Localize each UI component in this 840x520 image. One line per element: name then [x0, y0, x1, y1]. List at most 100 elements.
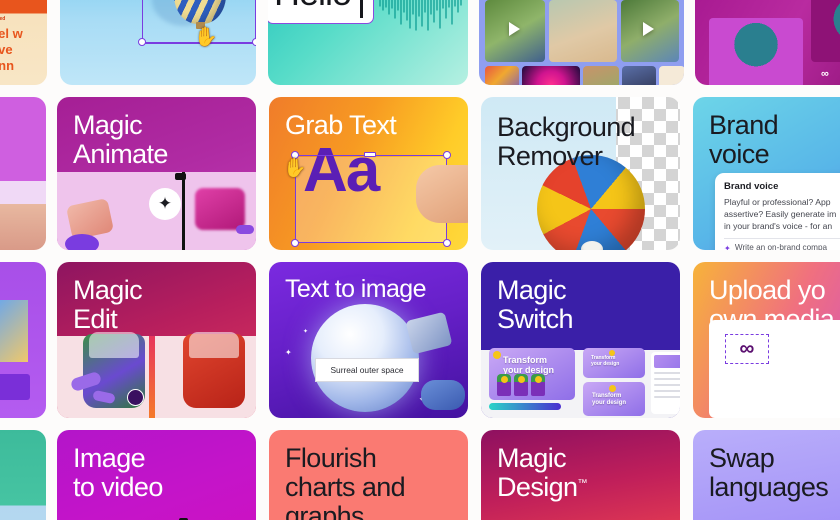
sparkle-icon: ✦ — [149, 188, 181, 220]
card-text-to-image[interactable]: Text to image ✦ ✦ ✦ ✦ Surreal outer spac… — [269, 262, 468, 418]
canva-logo-icon: ∞ — [725, 334, 769, 364]
resize-handle-left[interactable] — [138, 38, 146, 46]
card-swap-languages[interactable]: Swap languages 🙂 🙂 — [693, 430, 840, 520]
prompt-input[interactable]: Surreal outer space — [315, 358, 419, 382]
card-image-to-video[interactable]: Image to video — [57, 430, 256, 520]
card-avatar[interactable] — [0, 262, 46, 418]
card-upload-media[interactable]: Upload yo own media ∞ — [693, 262, 840, 418]
card-magic-animate[interactable]: Magic Animate ✦ — [57, 97, 256, 250]
avatar-photo — [0, 300, 28, 362]
audio-waveform-icon — [0, 374, 30, 400]
resize-handle-tr[interactable] — [443, 151, 451, 159]
card-title: Magic Edit — [73, 275, 143, 335]
animate-blob — [236, 225, 254, 234]
audio-waveform-icon — [379, 0, 462, 31]
card-title: Flourish charts and graphs — [285, 443, 406, 520]
card-background-remover[interactable]: Background Remover — [481, 97, 680, 250]
trademark-symbol: ™ — [577, 478, 587, 490]
mswitch-variant-card[interactable]: Transform your design — [583, 348, 645, 378]
backpack-flap — [189, 332, 239, 358]
card-hello-text[interactable]: Hello — [268, 0, 468, 85]
card-media-gallery[interactable] — [479, 0, 684, 85]
card-grid: ons Branded Feel w have conn ✋ Hello — [0, 0, 840, 520]
card-captions[interactable]: ons Branded Feel w have conn — [0, 0, 47, 85]
star-icon: ✦ — [303, 329, 309, 335]
character — [531, 374, 545, 396]
animate-pin — [175, 173, 186, 180]
grab-hand-cursor-icon: ✋ — [194, 27, 218, 48]
text-caret — [360, 0, 363, 18]
brand-voice-input[interactable]: ✦ Write an on-brand compa — [724, 237, 840, 250]
animate-shape-blurred — [195, 188, 245, 230]
card-title: Text to image — [285, 275, 426, 303]
card-balloon[interactable]: ✋ — [60, 0, 256, 85]
hello-text: Hello — [274, 0, 352, 14]
card-title: Swap languages — [709, 443, 829, 503]
mswitch-document[interactable] — [651, 352, 680, 414]
emoji-dot-icon — [609, 385, 616, 392]
emoji-dot-icon — [493, 351, 501, 359]
upload-panel[interactable]: ∞ — [709, 320, 840, 418]
card-magic-switch[interactable]: Magic Switch Transform your design Trans… — [481, 262, 680, 418]
design-text: Transform your design — [503, 355, 555, 376]
hand-illustration — [416, 165, 468, 223]
media-tile[interactable] — [522, 66, 580, 85]
card-grab-text[interactable]: Grab Text Aa ✋ — [269, 97, 468, 250]
media-tile[interactable] — [583, 66, 619, 85]
mswitch-variant-card[interactable]: Transform your design — [583, 382, 645, 416]
card-magic-edit[interactable]: Magic Edit — [57, 262, 256, 418]
captions-badge: Branded — [0, 16, 6, 22]
media-tile[interactable] — [549, 0, 617, 62]
blob-illustration — [421, 380, 465, 410]
card-flourish-charts[interactable]: Flourish charts and graphs — [269, 430, 468, 520]
card-title: Magic Animate — [73, 110, 168, 170]
card-title: Brand voice — [709, 110, 779, 170]
captions-body: Feel w have conn — [0, 26, 23, 73]
animate-blob — [65, 234, 99, 250]
doc-header — [654, 355, 680, 368]
card-teal-partial[interactable] — [0, 430, 46, 520]
card-title: Upload yo own media — [709, 275, 835, 335]
card-title: Image to video — [73, 443, 163, 503]
media-tile[interactable] — [622, 66, 656, 85]
canva-logo-icon: ∞ — [821, 68, 829, 80]
brush-icon[interactable] — [127, 389, 144, 406]
people-tile[interactable] — [811, 0, 840, 62]
panel-body: Playful or professional? App assertive? … — [724, 197, 837, 232]
media-tile[interactable] — [621, 0, 679, 62]
character — [497, 374, 511, 396]
cube-illustration — [405, 311, 453, 355]
resize-handle-right[interactable] — [252, 38, 256, 46]
people-tile[interactable] — [709, 18, 803, 85]
design-text: Transform your design — [591, 355, 620, 367]
card-mockup[interactable]: o cal flying eleph — [0, 97, 46, 250]
card-title: Magic Switch — [497, 275, 574, 335]
mswitch-design-card[interactable]: Transform your design — [489, 348, 575, 400]
play-button-icon[interactable] — [643, 22, 654, 36]
media-tile[interactable] — [659, 66, 684, 85]
card-magic-design[interactable]: Magic Design™ Who a Design — [481, 430, 680, 520]
character-group — [497, 374, 545, 396]
grab-hand-cursor-icon: ✋ — [283, 158, 307, 179]
backpack-red — [183, 332, 245, 408]
input-placeholder: Write an on-brand compa — [734, 243, 828, 250]
design-text: Transform your design — [592, 393, 627, 406]
star-icon: ✦ — [285, 348, 292, 357]
panel-title: Brand voice — [724, 181, 779, 192]
card-title: Grab Text — [285, 110, 397, 140]
backpack-flap — [89, 332, 139, 358]
brand-voice-panel[interactable]: Brand voice Playful or professional? App… — [715, 173, 840, 250]
media-tile[interactable] — [485, 66, 519, 85]
character — [514, 374, 528, 396]
progress-bar — [489, 403, 561, 410]
card-brand-voice[interactable]: Brand voice Brand voice Playful or profe… — [693, 97, 840, 250]
media-tile[interactable] — [485, 0, 545, 62]
resize-handle-br[interactable] — [443, 239, 451, 247]
resize-handle-top[interactable] — [364, 152, 376, 157]
resize-handle-bl[interactable] — [291, 239, 299, 247]
card-people[interactable]: ∞ ∞ — [695, 0, 840, 85]
card-title: Background Remover — [497, 112, 636, 172]
magic-wand-icon: ✦ — [724, 243, 731, 250]
animate-divider — [182, 172, 185, 250]
play-button-icon[interactable] — [509, 22, 520, 36]
